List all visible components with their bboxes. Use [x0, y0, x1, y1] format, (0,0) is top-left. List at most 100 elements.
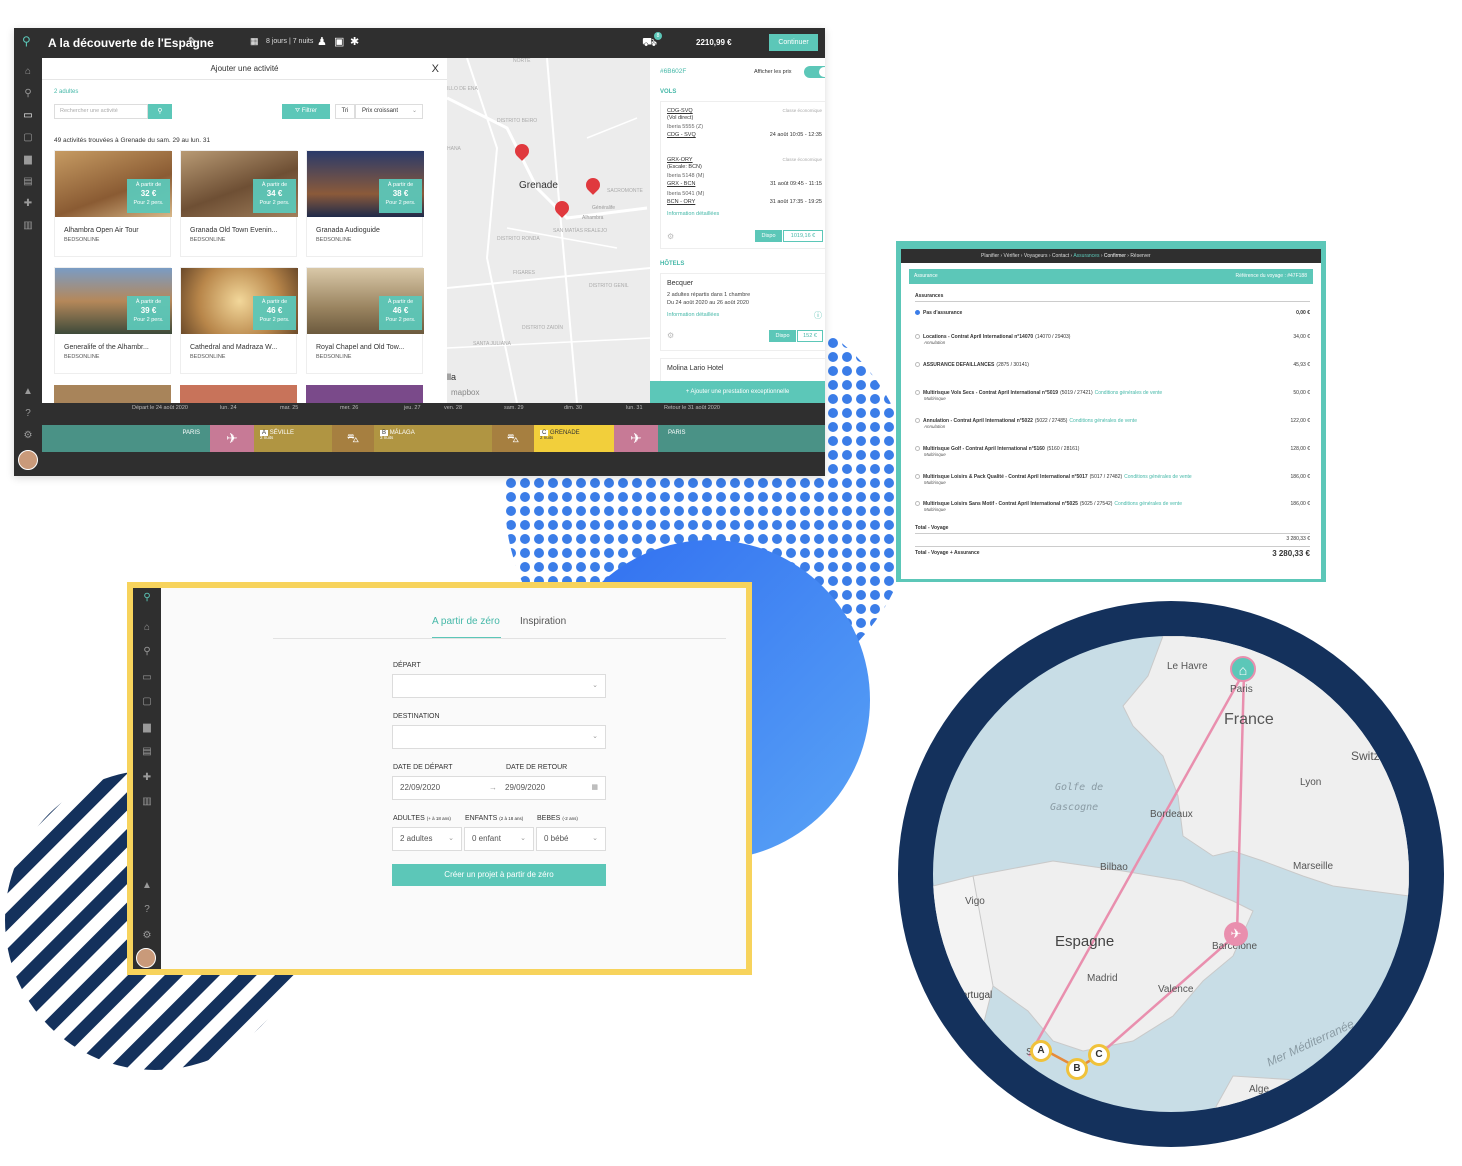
- graduation-icon[interactable]: ▲: [141, 880, 153, 892]
- bug-icon[interactable]: ✱: [350, 35, 359, 48]
- download-icon[interactable]: ▢: [22, 132, 34, 144]
- search-icon[interactable]: ⚲: [141, 646, 153, 658]
- adults-select[interactable]: 2 adultes ⌄: [392, 827, 462, 851]
- activity-card[interactable]: À partir de 34 € Pour 2 pers. Granada Old …: [180, 150, 298, 257]
- filter-button[interactable]: ⛛ Filtrer: [282, 104, 330, 119]
- insurance-option[interactable]: Multirisque Golf - Contrat April Interna…: [915, 446, 1310, 457]
- settings-icon[interactable]: ⚙: [667, 232, 674, 241]
- step[interactable]: Réserver: [1130, 253, 1150, 259]
- flight-segment[interactable]: ✈: [210, 425, 254, 452]
- save-icon[interactable]: ▣: [334, 35, 344, 48]
- date-return[interactable]: 29/09/2020: [505, 777, 545, 799]
- help-icon[interactable]: ?: [141, 904, 153, 916]
- home-icon[interactable]: ⌂: [22, 66, 34, 78]
- stop-marker-c[interactable]: C: [1088, 1044, 1110, 1066]
- radio-button[interactable]: [915, 390, 920, 396]
- details-link[interactable]: Information détaillées: [667, 312, 719, 318]
- settings-icon[interactable]: ⚙: [667, 331, 674, 340]
- settings-icon[interactable]: ⚙: [22, 430, 34, 442]
- stats-icon[interactable]: ▥: [22, 220, 34, 232]
- briefcase-icon[interactable]: ▆: [22, 154, 34, 166]
- step[interactable]: Vérifier: [1004, 253, 1020, 259]
- help-icon[interactable]: ?: [22, 408, 34, 420]
- radio-button[interactable]: [915, 446, 920, 452]
- children-select[interactable]: 0 enfant ⌄: [464, 827, 534, 851]
- briefcase-icon[interactable]: ▆: [141, 722, 153, 734]
- insurance-option[interactable]: Annulation - Contrat April International…: [915, 418, 1310, 429]
- step[interactable]: Planifier: [981, 253, 999, 259]
- radio-button[interactable]: [915, 362, 920, 368]
- conditions-link[interactable]: Conditions générales de vente: [1095, 390, 1163, 396]
- avatar[interactable]: [136, 948, 156, 968]
- adults-count[interactable]: 2 adultes: [54, 89, 78, 95]
- close-icon[interactable]: X: [432, 58, 439, 80]
- activity-card[interactable]: À partir de 46 € Pour 2 pers. Cathedral an…: [180, 267, 298, 374]
- step[interactable]: Contact: [1052, 253, 1069, 259]
- create-project-button[interactable]: Créer un projet à partir de zéro: [392, 864, 606, 886]
- details-link[interactable]: Information détaillées: [667, 211, 719, 217]
- radio-button[interactable]: [915, 474, 920, 480]
- timeline-stop-c[interactable]: C GRENADE 2 nuits: [534, 425, 614, 452]
- step-active[interactable]: Assurances: [1073, 253, 1099, 259]
- depart-select[interactable]: ⌄: [392, 674, 606, 698]
- timeline-origin[interactable]: PARIS: [42, 425, 210, 452]
- info-icon[interactable]: ⓘ: [814, 310, 822, 321]
- radio-button[interactable]: [915, 418, 920, 424]
- avatar[interactable]: [18, 450, 38, 470]
- inbox-icon[interactable]: ▭: [141, 672, 153, 684]
- airplane-marker-icon[interactable]: ✈: [1224, 922, 1248, 946]
- city-map[interactable]: NORTE DISTRITO BEIRO SACROMONTE Alhambra…: [447, 58, 650, 403]
- insurance-option[interactable]: Locations - Contrat April International …: [915, 334, 1310, 345]
- step[interactable]: Confirmer: [1104, 253, 1126, 259]
- search-icon[interactable]: ⚲: [22, 88, 34, 100]
- activity-card[interactable]: À partir de 38 € Pour 2 pers. Granada Audi…: [306, 150, 424, 257]
- car-segment[interactable]: ⛍: [492, 425, 534, 452]
- conditions-link[interactable]: Conditions générales de vente: [1124, 474, 1192, 480]
- tab-inspiration[interactable]: Inspiration: [520, 616, 566, 627]
- graduation-icon[interactable]: ▲: [22, 386, 34, 398]
- flight-segment[interactable]: ✈: [614, 425, 658, 452]
- insurance-option[interactable]: Pas d'assurance 0,00 €: [915, 310, 1310, 316]
- search-input[interactable]: Rechercher une activité: [54, 104, 148, 119]
- download-icon[interactable]: ▢: [141, 696, 153, 708]
- activity-card[interactable]: À partir de 32 € Pour 2 pers. Alhambra Ope…: [54, 150, 172, 257]
- radio-selected[interactable]: [915, 310, 920, 316]
- insurance-option[interactable]: ASSURANCE DEFAILLANCES (2875 / 30141) 45,9…: [915, 362, 1310, 368]
- timeline-stop-b[interactable]: B MÁLAGA 3 nuits: [374, 425, 492, 452]
- insurance-option[interactable]: Multirisque Vols Secs - Contrat April In…: [915, 390, 1310, 401]
- show-prices-toggle[interactable]: [804, 66, 825, 78]
- date-range-input[interactable]: 22/09/2020 → 29/09/2020 ▦: [392, 776, 606, 800]
- radio-button[interactable]: [915, 334, 920, 340]
- tab-from-scratch[interactable]: A partir de zéro: [432, 616, 500, 627]
- destination-select[interactable]: ⌄: [392, 725, 606, 749]
- babies-select[interactable]: 0 bébé ⌄: [536, 827, 606, 851]
- step[interactable]: Voyageurs: [1024, 253, 1048, 259]
- insurance-option[interactable]: Multirisque Loisirs Sans Motif - Contrat…: [915, 501, 1310, 512]
- conditions-link[interactable]: Conditions générales de vente: [1114, 501, 1182, 507]
- edit-icon[interactable]: ✎: [188, 36, 196, 47]
- route-map[interactable]: Le Havre Paris France Switz Lyon Golfe d…: [933, 636, 1409, 1112]
- travellers-icon[interactable]: ♟: [317, 35, 327, 48]
- car-segment[interactable]: ⛍: [332, 425, 374, 452]
- archive-icon[interactable]: ▤: [22, 176, 34, 188]
- calendar-icon[interactable]: ▦: [591, 777, 598, 799]
- archive-icon[interactable]: ▤: [141, 746, 153, 758]
- stop-marker-b[interactable]: B: [1066, 1058, 1088, 1080]
- timeline-return[interactable]: PARIS: [658, 425, 825, 452]
- home-marker-icon[interactable]: ⌂: [1230, 656, 1256, 682]
- activity-card[interactable]: À partir de 46 € Pour 2 pers. Royal Chapel…: [306, 267, 424, 374]
- continue-button[interactable]: Continuer: [769, 34, 818, 51]
- date-depart[interactable]: 22/09/2020: [400, 783, 440, 792]
- add-service-button[interactable]: + Ajouter une prestation exceptionnelle: [650, 381, 825, 403]
- settings-icon[interactable]: ⚙: [141, 930, 153, 942]
- stats-icon[interactable]: ▥: [141, 796, 153, 808]
- stop-marker-a[interactable]: A: [1030, 1040, 1052, 1062]
- inbox-icon[interactable]: ▭: [22, 110, 34, 122]
- puzzle-icon[interactable]: ✚: [141, 772, 153, 784]
- puzzle-icon[interactable]: ✚: [22, 198, 34, 210]
- insurance-option[interactable]: Multirisque Loisirs & Pack Qualité - Con…: [915, 474, 1310, 485]
- conditions-link[interactable]: Conditions générales de vente: [1069, 418, 1137, 424]
- activity-card[interactable]: À partir de 39 € Pour 2 pers. Generalife o…: [54, 267, 172, 374]
- home-icon[interactable]: ⌂: [141, 622, 153, 634]
- timeline-stop-a[interactable]: A SÉVILLE 2 nuits: [254, 425, 332, 452]
